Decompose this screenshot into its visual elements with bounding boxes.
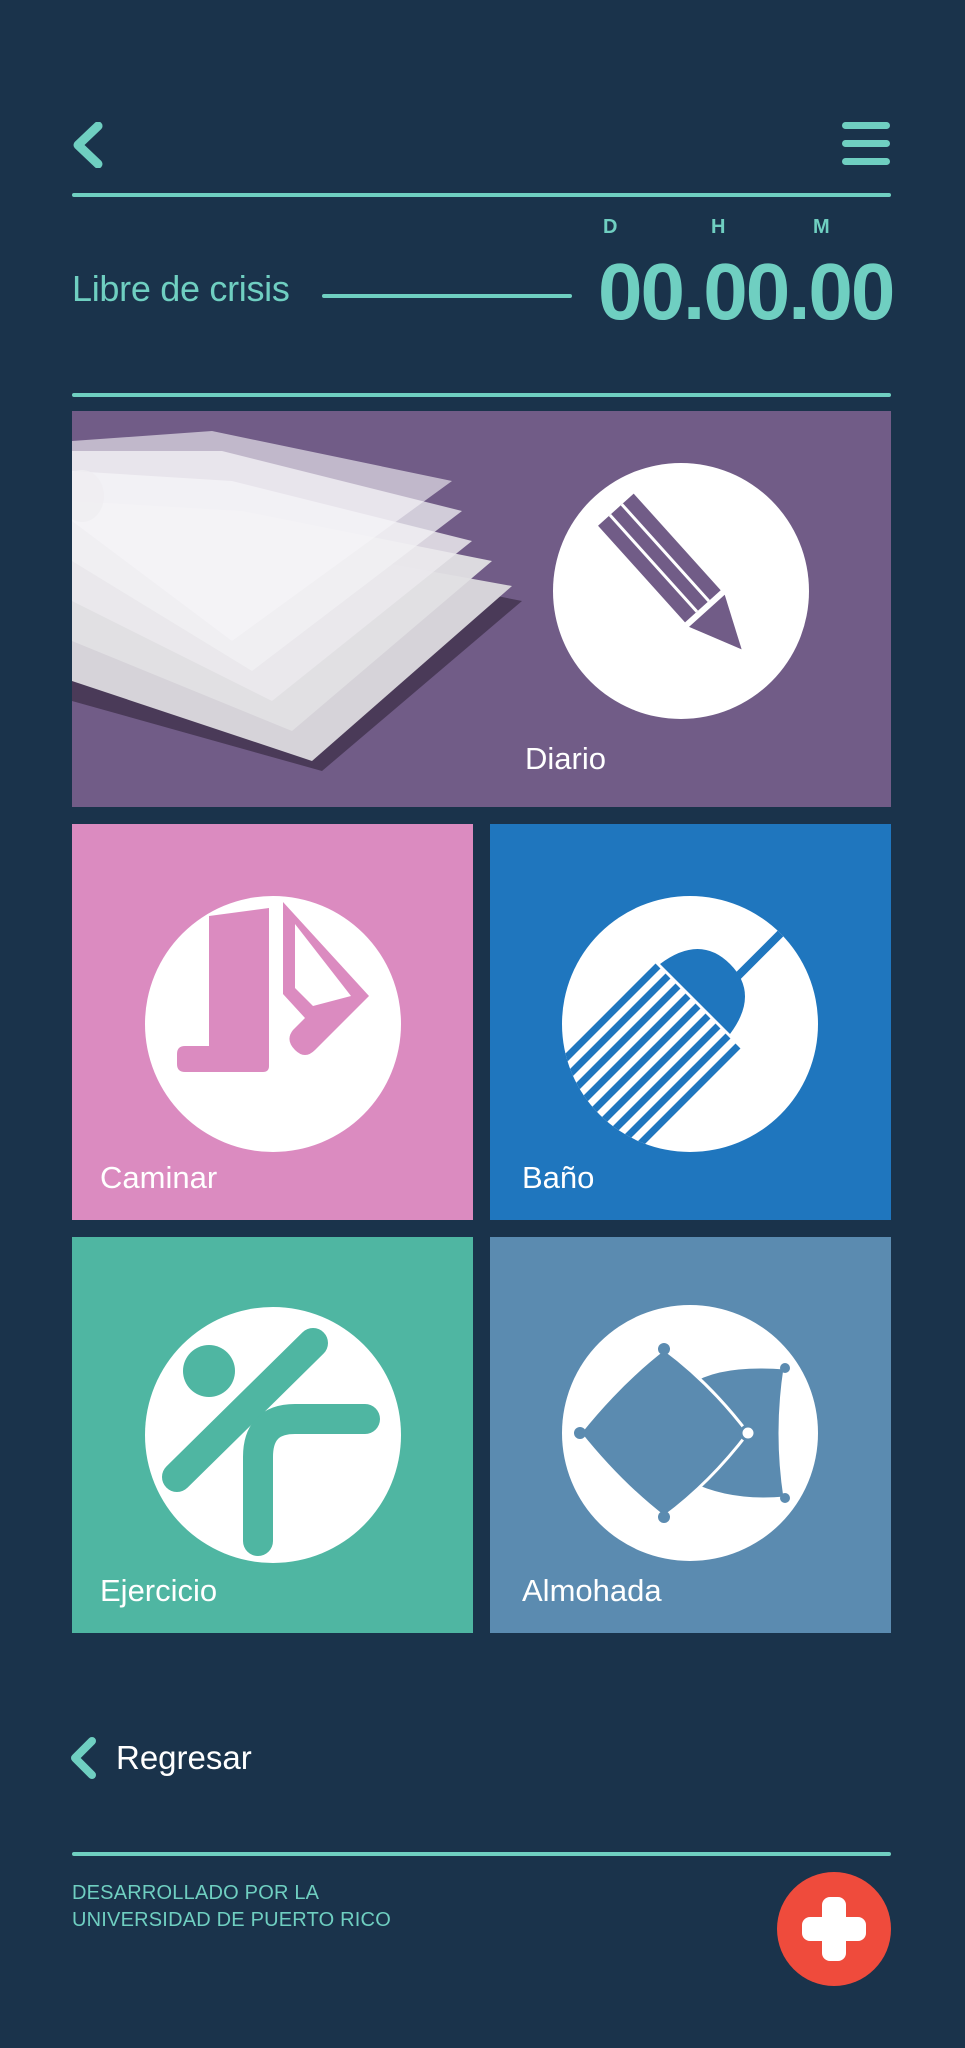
back-button[interactable]	[70, 121, 106, 169]
footer-credit-line2: UNIVERSIDAD DE PUERTO RICO	[72, 1909, 391, 1931]
boot-icon	[145, 896, 401, 1152]
timer-value: 00.00.00	[598, 247, 895, 336]
tile-label: Ejercicio	[100, 1573, 218, 1608]
tile-label: Diario	[525, 741, 606, 776]
timer-label: Libre de crisis	[72, 268, 290, 309]
emergency-button[interactable]	[777, 1872, 891, 1986]
regresar-button[interactable]: Regresar	[68, 1736, 252, 1780]
footer-credit: DESARROLLADO POR LA UNIVERSIDAD DE PUERT…	[72, 1880, 391, 1934]
tile-ejercicio[interactable]: Ejercicio	[72, 1237, 473, 1633]
timer-unit-minutes: M	[813, 216, 830, 238]
menu-button[interactable]	[840, 120, 892, 168]
footer-divider	[72, 1852, 891, 1856]
tile-label: Baño	[522, 1160, 595, 1195]
tile-label: Caminar	[100, 1160, 218, 1195]
timer-unit-days: D	[603, 216, 618, 238]
tile-caminar[interactable]: Caminar	[72, 824, 473, 1220]
shower-icon	[562, 896, 818, 1152]
timer-unit-hours: H	[711, 216, 726, 238]
plus-icon	[802, 1897, 866, 1961]
open-book-illustration	[72, 431, 522, 771]
hamburger-menu-icon	[842, 122, 890, 165]
chevron-left-icon	[73, 121, 103, 169]
tile-bano[interactable]: Baño	[490, 824, 891, 1220]
header-divider	[72, 193, 891, 197]
regresar-label: Regresar	[116, 1739, 252, 1776]
pillow-icon	[562, 1305, 818, 1561]
tile-diario[interactable]: Diario	[72, 411, 891, 807]
exercise-icon	[145, 1307, 401, 1563]
timer-divider	[72, 393, 891, 397]
footer-credit-line1: DESARROLLADO POR LA	[72, 1882, 320, 1904]
tile-almohada[interactable]: Almohada	[490, 1237, 891, 1633]
pencil-icon	[553, 463, 809, 719]
chevron-left-icon	[71, 1737, 96, 1779]
timer-connector-line	[322, 294, 572, 298]
tile-label: Almohada	[522, 1573, 662, 1608]
